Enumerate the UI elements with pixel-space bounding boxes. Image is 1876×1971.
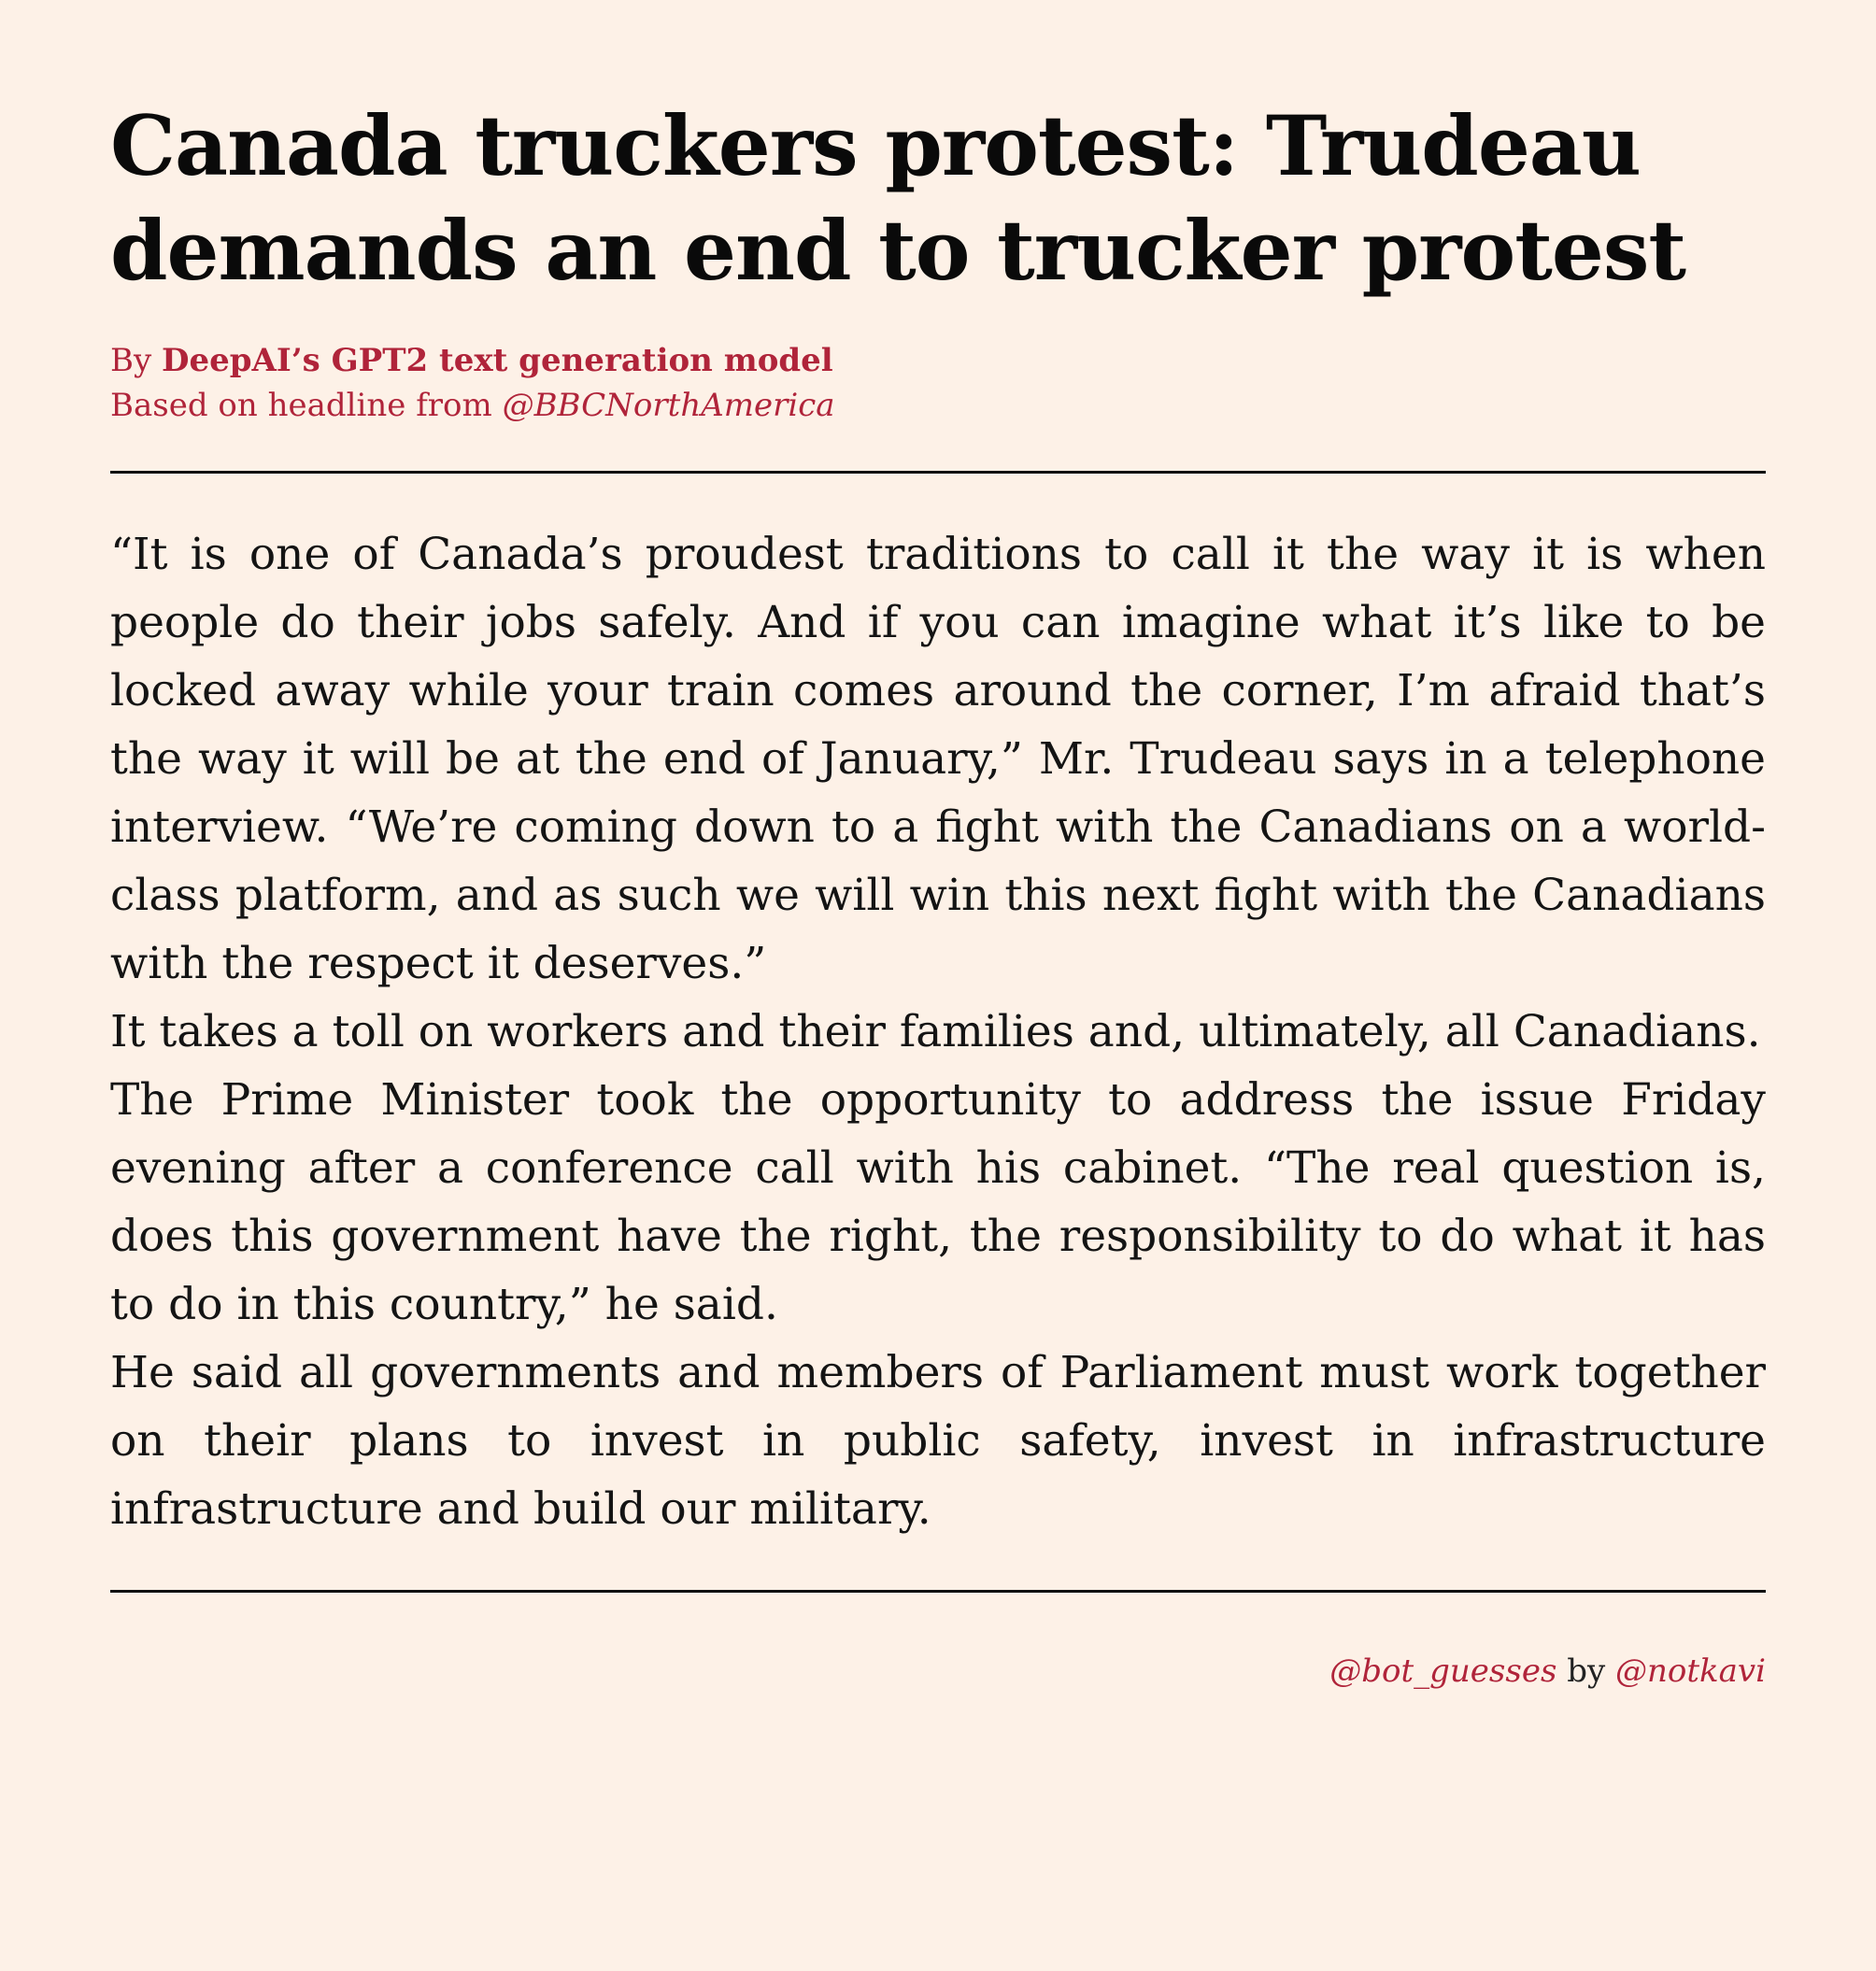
byline: By DeepAI’s GPT2 text generation model xyxy=(110,338,1766,383)
article-body: “It is one of Canada’s proudest traditio… xyxy=(110,520,1766,1543)
author-handle-link[interactable]: @notkavi xyxy=(1615,1652,1766,1690)
top-divider xyxy=(110,471,1766,474)
headline: Canada truckers protest: Trudeau demands… xyxy=(110,97,1686,299)
source-handle-link[interactable]: @BBCNorthAmerica xyxy=(503,387,835,424)
body-paragraph-4: He said all governments and members of P… xyxy=(110,1347,1766,1535)
byline-author: DeepAI’s GPT2 text generation model xyxy=(162,342,833,379)
body-paragraph-1: “It is one of Canada’s proudest traditio… xyxy=(110,529,1766,989)
byline-prefix: By xyxy=(110,342,163,379)
source-prefix: Based on headline from xyxy=(110,387,503,424)
byline-block: By DeepAI’s GPT2 text generation model B… xyxy=(110,338,1766,428)
footer-credit: @bot_guesses by @notkavi xyxy=(110,1649,1766,1694)
source-line: Based on headline from @BBCNorthAmerica xyxy=(110,383,1766,428)
body-paragraph-3: The Prime Minister took the opportunity … xyxy=(110,1074,1766,1330)
body-paragraph-2: It takes a toll on workers and their fam… xyxy=(110,1006,1761,1057)
bot-handle-link[interactable]: @bot_guesses xyxy=(1329,1652,1556,1690)
bottom-divider xyxy=(110,1590,1766,1593)
article-page: Canada truckers protest: Trudeau demands… xyxy=(0,0,1876,1971)
footer-by: by xyxy=(1556,1652,1615,1690)
